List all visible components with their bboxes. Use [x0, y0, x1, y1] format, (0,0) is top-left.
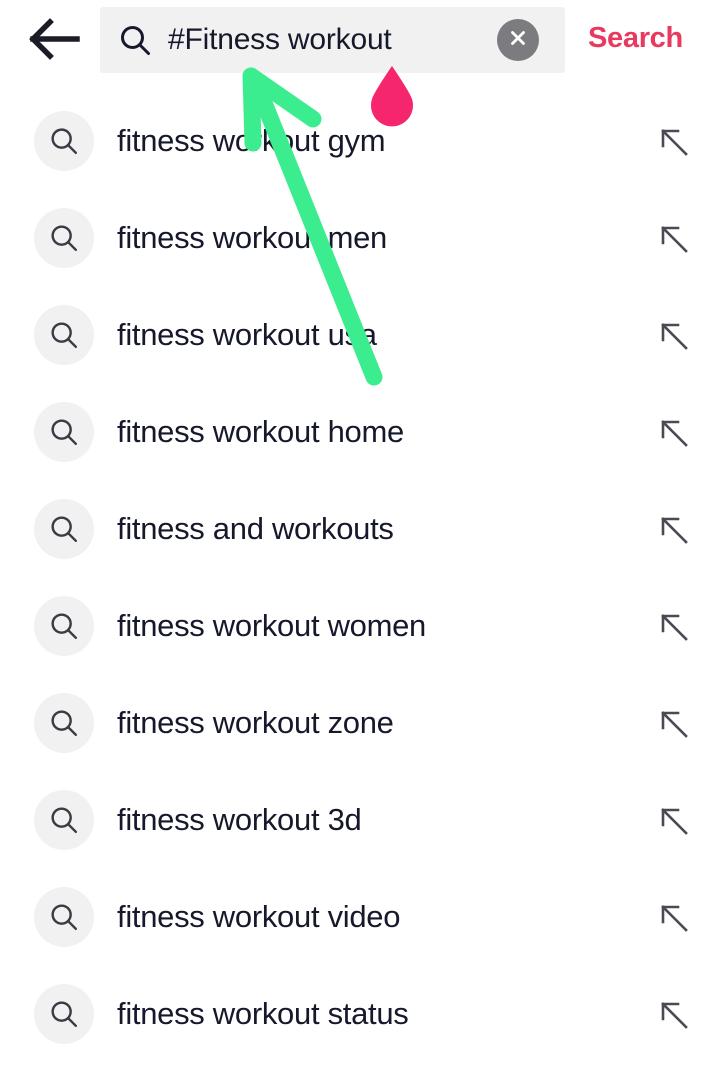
back-button[interactable]: [24, 16, 86, 66]
suggestion-label: fitness workout video: [117, 898, 401, 934]
search-icon: [34, 692, 94, 753]
arrow-up-left-icon[interactable]: [652, 702, 694, 744]
search-icon: [34, 401, 94, 462]
search-suggestion-list: fitness workout gym fitness workout men fi…: [0, 92, 720, 1062]
arrow-up-left-icon[interactable]: [652, 217, 694, 259]
suggestion-label: fitness workout men: [117, 219, 387, 255]
arrow-up-left-icon[interactable]: [652, 799, 694, 841]
arrow-up-left-icon[interactable]: [652, 508, 694, 550]
arrow-up-left-icon[interactable]: [652, 993, 694, 1035]
back-arrow-icon: [29, 17, 81, 66]
search-icon: [34, 207, 94, 268]
arrow-up-left-icon[interactable]: [652, 411, 694, 453]
clear-search-button[interactable]: [497, 19, 539, 61]
search-icon: [34, 789, 94, 850]
search-input-value: #Fitness workout: [168, 23, 392, 56]
arrow-up-left-icon[interactable]: [652, 896, 694, 938]
search-icon: [34, 886, 94, 947]
suggestion-label: fitness workout usa: [117, 316, 377, 352]
search-suggestions-screen: #Fitness workout Search fitness workout …: [0, 0, 720, 1065]
search-icon: [34, 983, 94, 1044]
suggestion-row[interactable]: fitness workout zone: [0, 674, 720, 771]
search-icon: [34, 304, 94, 365]
search-submit-button[interactable]: Search: [588, 22, 683, 55]
arrow-up-left-icon[interactable]: [652, 120, 694, 162]
suggestion-row[interactable]: fitness workout video: [0, 868, 720, 965]
search-icon: [34, 110, 94, 171]
search-header: #Fitness workout Search: [0, 0, 720, 80]
suggestion-row[interactable]: fitness workout men: [0, 189, 720, 286]
suggestion-label: fitness workout gym: [117, 122, 386, 158]
suggestion-row[interactable]: fitness and workouts: [0, 480, 720, 577]
search-icon: [34, 498, 94, 559]
suggestion-row[interactable]: fitness workout home: [0, 383, 720, 480]
suggestion-label: fitness workout women: [117, 607, 426, 643]
search-input[interactable]: #Fitness workout: [100, 7, 565, 73]
close-icon: [508, 28, 528, 53]
suggestion-label: fitness workout home: [117, 413, 404, 449]
suggestion-label: fitness workout status: [117, 995, 409, 1031]
suggestion-row[interactable]: fitness workout 3d: [0, 771, 720, 868]
suggestion-row[interactable]: fitness workout gym: [0, 92, 720, 189]
search-icon: [118, 23, 152, 57]
suggestion-label: fitness and workouts: [117, 510, 394, 546]
arrow-up-left-icon[interactable]: [652, 605, 694, 647]
suggestion-label: fitness workout 3d: [117, 801, 362, 837]
suggestion-row[interactable]: fitness workout status: [0, 965, 720, 1062]
arrow-up-left-icon[interactable]: [652, 314, 694, 356]
suggestion-row[interactable]: fitness workout usa: [0, 286, 720, 383]
suggestion-label: fitness workout zone: [117, 704, 394, 740]
suggestion-row[interactable]: fitness workout women: [0, 577, 720, 674]
search-icon: [34, 595, 94, 656]
